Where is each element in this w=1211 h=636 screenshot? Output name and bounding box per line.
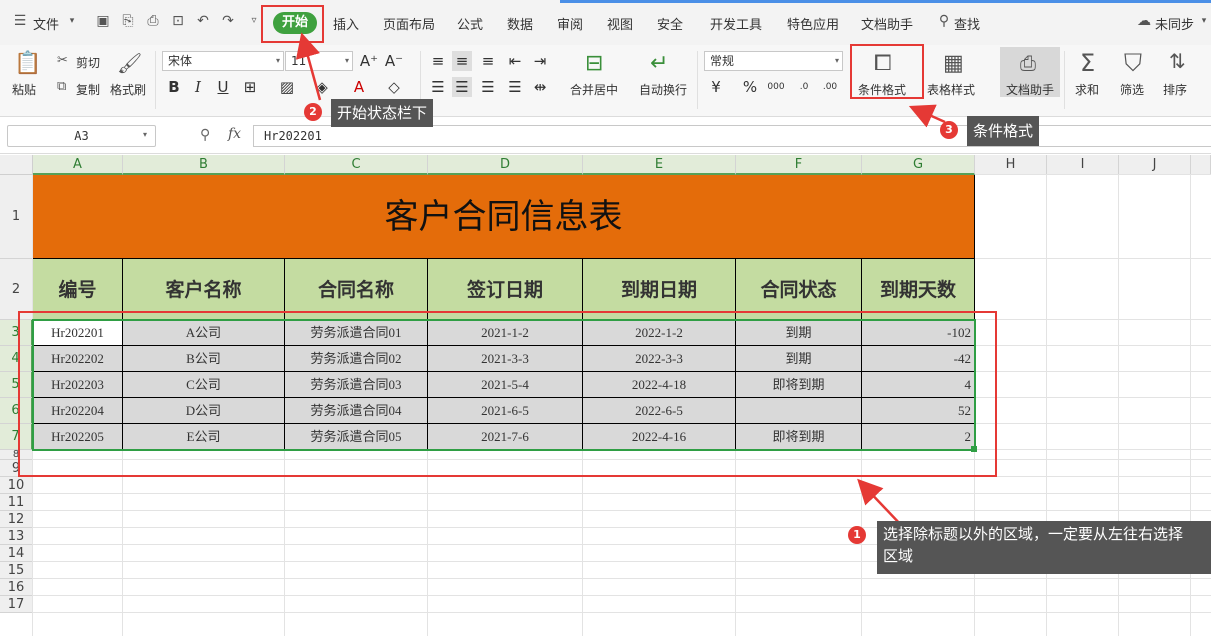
step3-badge: 3 — [940, 121, 958, 139]
step1-text-line1: 选择除标题以外的区域，一定要从左往右选择 — [883, 525, 1184, 543]
step1-text-line2: 区域 — [883, 547, 914, 565]
step1-callout: 选择除标题以外的区域，一定要从左往右选择 区域 — [877, 521, 1211, 574]
step2-callout: 开始状态栏下 — [331, 99, 434, 127]
arrow-to-selection — [857, 478, 903, 527]
step2-badge: 2 — [304, 103, 322, 121]
step1-badge: 1 — [848, 526, 866, 544]
arrow-to-start-tab — [295, 32, 322, 101]
arrow-to-conditional-format — [908, 104, 946, 128]
step3-callout: 条件格式 — [967, 116, 1040, 146]
